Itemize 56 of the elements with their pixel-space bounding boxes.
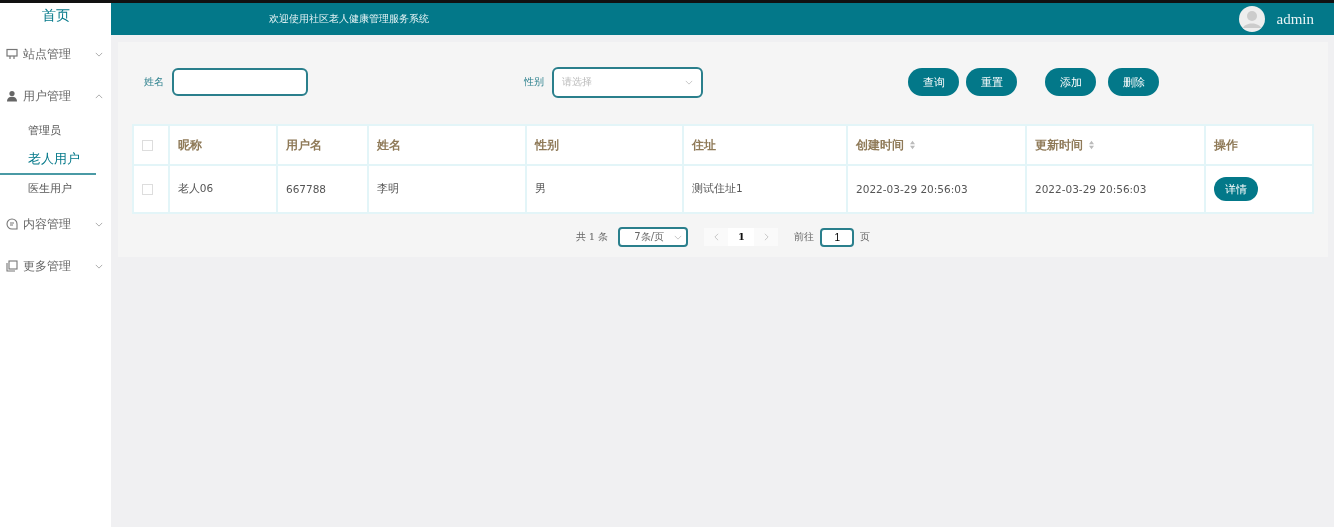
avatar-icon[interactable] — [1238, 6, 1265, 32]
column-header: 昵称 — [168, 125, 277, 165]
chevron-right-icon — [763, 233, 769, 241]
welcome-title: 欢迎使用社区老人健康管理服务系统 — [269, 12, 430, 26]
search-button[interactable]: 查询 — [908, 68, 959, 96]
submenu-item[interactable]: 管理员 — [0, 117, 111, 145]
chevron-down-icon — [95, 221, 103, 227]
goto-label: 前往 — [794, 230, 815, 244]
chat-icon — [6, 218, 18, 230]
name-input-field[interactable] — [172, 68, 308, 96]
table-cell: 男 — [525, 165, 684, 213]
table-cell: 667788 — [276, 165, 369, 213]
copy-icon — [6, 260, 18, 272]
table-cell: 2022-03-29 20:56:03 — [847, 165, 1026, 213]
sort-icon — [1087, 140, 1095, 150]
user-icon — [6, 90, 18, 102]
column-header[interactable]: 更新时间 — [1025, 125, 1205, 165]
submenu-item[interactable]: 医生用户 — [0, 175, 111, 203]
table-cell: 李明 — [368, 165, 526, 213]
column-header: 姓名 — [368, 125, 526, 165]
menu-item[interactable]: 内容管理 — [0, 203, 111, 245]
menu-item[interactable]: 站点管理 — [0, 33, 111, 75]
action-button[interactable]: 删除 — [1108, 68, 1159, 96]
search-button[interactable]: 重置 — [966, 68, 1017, 96]
monitor-icon — [6, 48, 18, 60]
sort-icon — [909, 140, 917, 150]
details-button[interactable]: 详情 — [1213, 177, 1258, 201]
table-cell: 老人06 — [168, 165, 277, 213]
column-header[interactable]: 创建时间 — [847, 125, 1026, 165]
chevron-left-icon — [713, 233, 719, 241]
menu-item[interactable]: 更多管理 — [0, 245, 111, 287]
column-header: 住址 — [683, 125, 848, 165]
chevron-down-icon — [685, 79, 693, 85]
action-button[interactable]: 添加 — [1045, 68, 1096, 96]
table-cell: 2022-03-29 20:56:03 — [1025, 165, 1205, 213]
column-header: 性别 — [525, 125, 684, 165]
field-label: 性别 — [524, 75, 544, 89]
chevron-down-icon — [95, 263, 103, 269]
menu-item[interactable]: 用户管理 — [0, 75, 111, 117]
home-link[interactable]: 首页 — [0, 3, 111, 33]
chevron-down-icon — [674, 234, 683, 240]
column-header: 用户名 — [276, 125, 369, 165]
page-size-select[interactable]: 7条/页 — [618, 227, 689, 247]
chevron-up-icon — [95, 93, 103, 99]
field-label: 姓名 — [144, 75, 164, 89]
goto-page-field[interactable]: 1 — [820, 227, 855, 247]
checkbox[interactable] — [142, 140, 153, 151]
page-number[interactable]: 1 — [728, 228, 755, 246]
page-suffix: 页 — [860, 230, 871, 244]
checkbox[interactable] — [142, 184, 153, 196]
table-cell: 测试住址1 — [683, 165, 848, 213]
total-count: 共 1 条 — [575, 230, 609, 244]
user-name[interactable]: admin — [1276, 10, 1314, 28]
chevron-down-icon — [95, 51, 103, 57]
submenu-item[interactable]: 老人用户 — [0, 145, 96, 175]
column-header: 操作 — [1204, 125, 1313, 165]
